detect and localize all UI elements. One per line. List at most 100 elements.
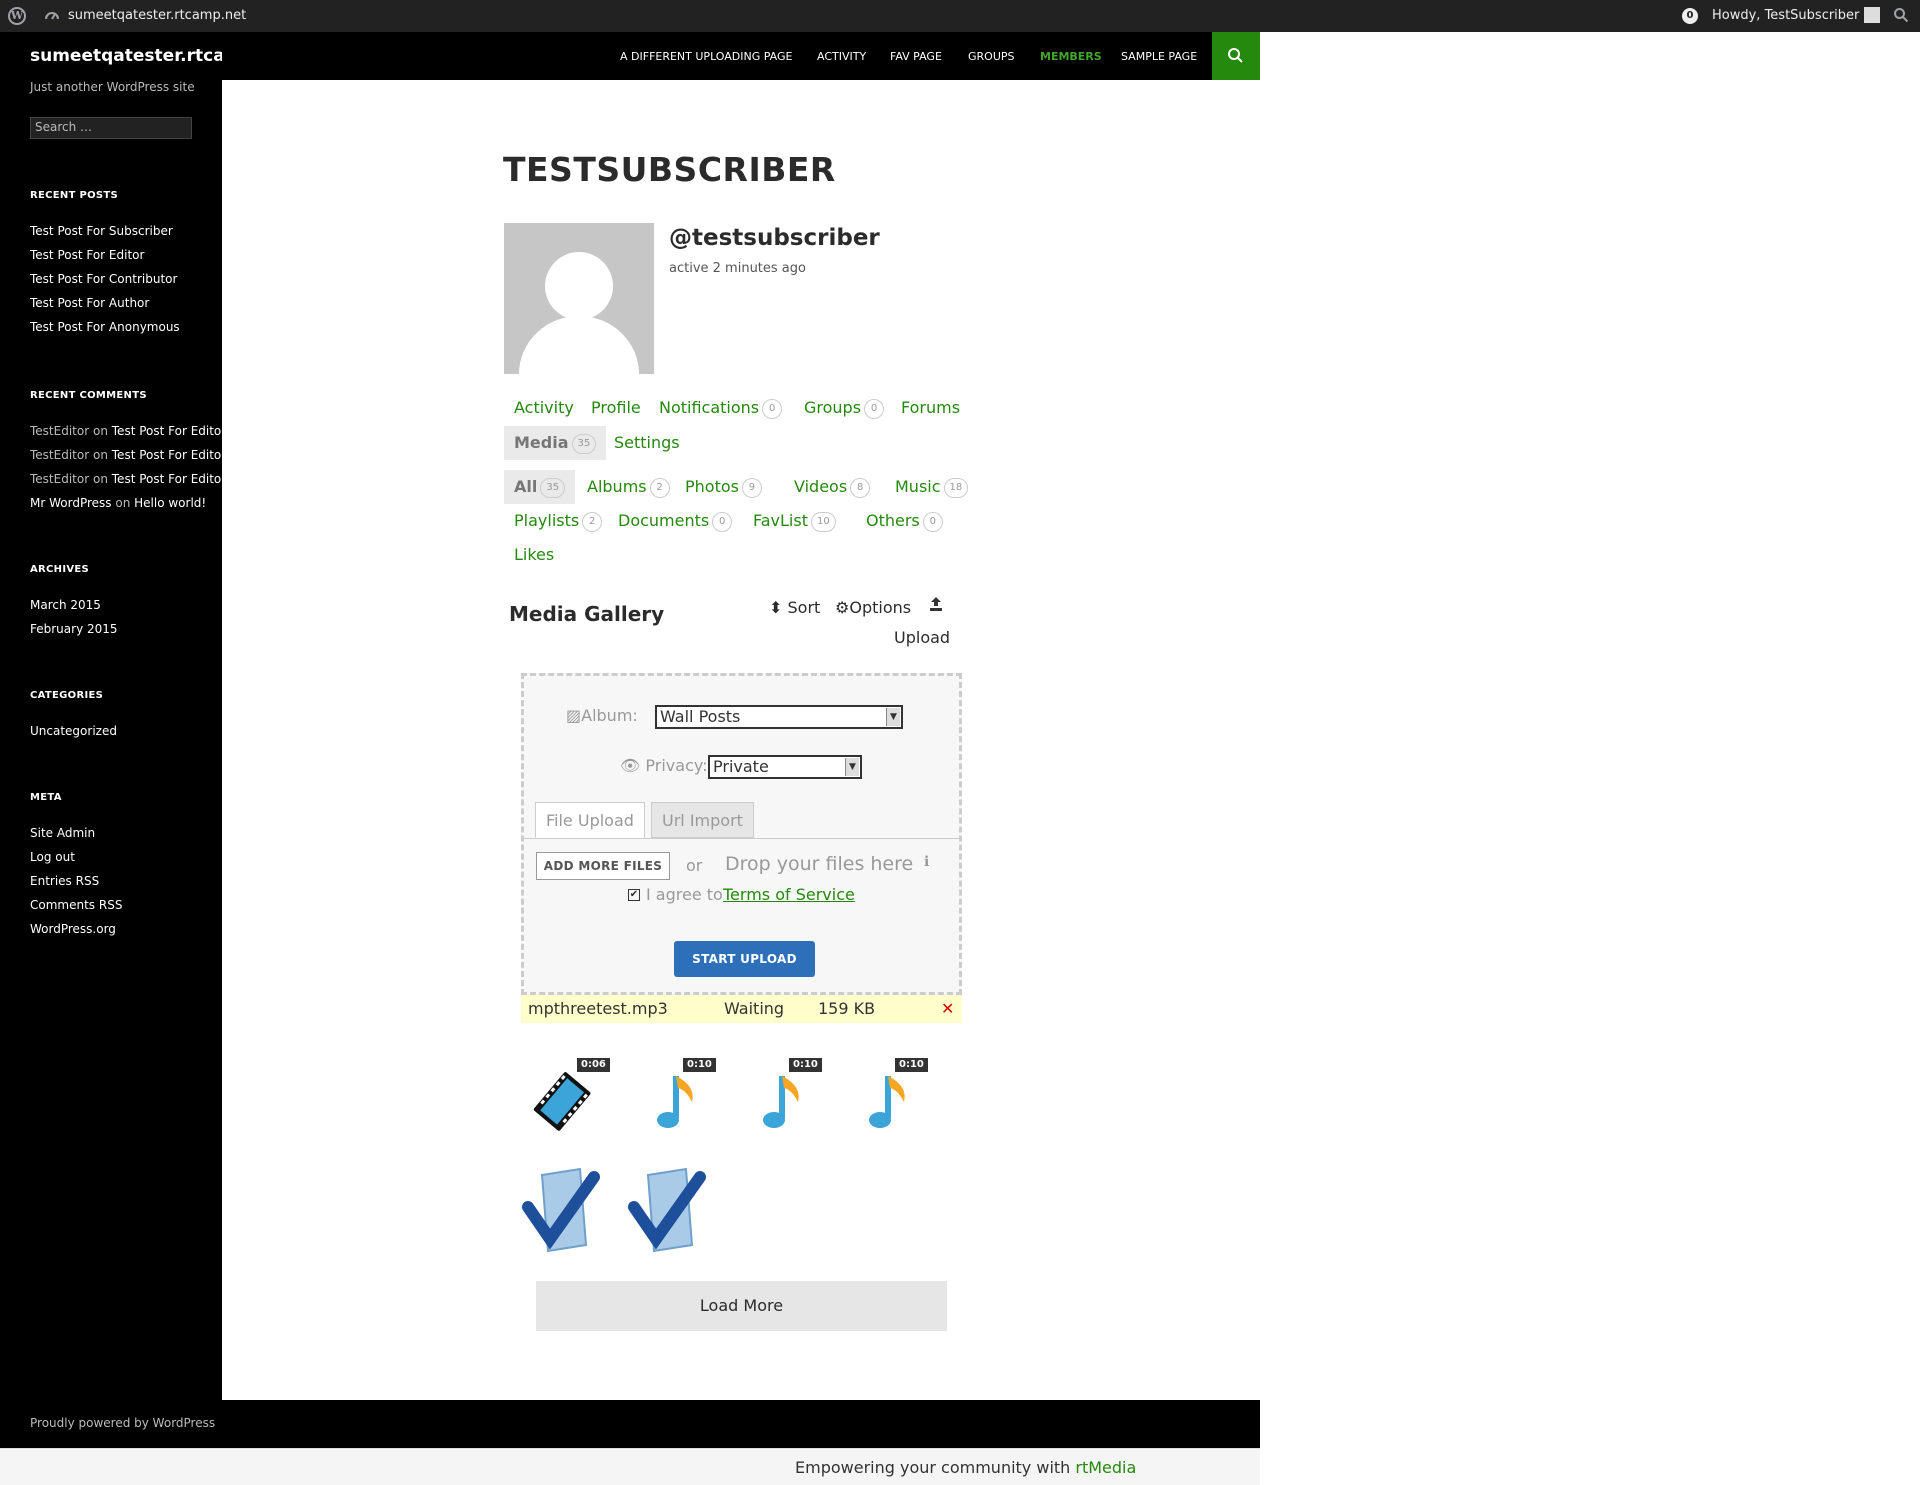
nav-item-sample-page[interactable]: SAMPLE PAGE bbox=[1121, 50, 1197, 63]
search-toggle-button[interactable] bbox=[1212, 32, 1260, 80]
tab-label: Documents bbox=[618, 511, 710, 530]
count-badge: 35 bbox=[540, 477, 566, 498]
tab-label: Groups bbox=[804, 398, 862, 417]
media-tab-albums[interactable]: Albums 2 bbox=[587, 477, 670, 498]
start-upload-button[interactable]: START UPLOAD bbox=[674, 941, 815, 977]
nav-item-groups[interactable]: GROUPS bbox=[968, 50, 1015, 63]
add-more-files-button[interactable]: ADD MORE FILES bbox=[536, 852, 670, 880]
count-badge: 0 bbox=[762, 398, 783, 419]
tab-file-upload[interactable]: File Upload bbox=[535, 802, 645, 838]
comment-post-link[interactable]: Test Post For Editor bbox=[112, 472, 226, 486]
count-badge: 18 bbox=[943, 477, 969, 498]
upload-button[interactable]: Upload bbox=[894, 628, 950, 647]
archive-link[interactable]: February 2015 bbox=[30, 620, 118, 644]
nav-item-activity[interactable]: ACTIVITY bbox=[817, 50, 866, 63]
account-greeting[interactable]: Howdy, TestSubscriber bbox=[1712, 8, 1859, 23]
media-tab-likes[interactable]: Likes bbox=[514, 545, 554, 564]
comment-post-link[interactable]: Hello world! bbox=[134, 496, 206, 510]
media-tab-playlists[interactable]: Playlists 2 bbox=[514, 511, 603, 532]
load-more-button[interactable]: Load More bbox=[536, 1281, 947, 1331]
tab-url-import[interactable]: Url Import bbox=[651, 802, 754, 838]
meta-link[interactable]: WordPress.org bbox=[30, 920, 122, 944]
upload-icon[interactable] bbox=[928, 596, 944, 616]
comment-author[interactable]: TestEditor bbox=[30, 448, 89, 462]
avatar[interactable] bbox=[504, 223, 654, 374]
nav-item-members[interactable]: MEMBERS bbox=[1040, 50, 1102, 63]
sort-icon: ⬍ bbox=[769, 598, 783, 617]
album-select[interactable]: Wall Posts ▼ bbox=[655, 705, 903, 729]
comment-post-link[interactable]: Test Post For Editor bbox=[112, 424, 226, 438]
terms-link[interactable]: Terms of Service bbox=[723, 885, 855, 904]
tab-groups[interactable]: Groups 0 bbox=[804, 398, 885, 419]
tab-media[interactable]: Media 35 bbox=[504, 426, 607, 460]
privacy-select[interactable]: Private ▼ bbox=[708, 755, 862, 779]
admin-search-icon[interactable] bbox=[1893, 7, 1909, 23]
rtmedia-text: Empowering your community with bbox=[795, 1458, 1071, 1477]
comment-author[interactable]: TestEditor bbox=[30, 424, 89, 438]
recent-comments-title: RECENT COMMENTS bbox=[30, 390, 147, 401]
media-tab-all[interactable]: All 35 bbox=[504, 470, 576, 504]
account-avatar[interactable] bbox=[1864, 7, 1880, 23]
chevron-down-icon: ▼ bbox=[886, 708, 900, 726]
meta-title: META bbox=[30, 792, 62, 803]
duration-badge: 0:06 bbox=[577, 1058, 610, 1072]
meta-link[interactable]: Entries RSS bbox=[30, 872, 122, 896]
meta-link[interactable]: Log out bbox=[30, 848, 122, 872]
media-tab-music[interactable]: Music 18 bbox=[895, 477, 969, 498]
sort-button[interactable]: ⬍ Sort bbox=[769, 598, 820, 617]
meta-link[interactable]: Comments RSS bbox=[30, 896, 122, 920]
rtmedia-bar: Empowering your community with rtMedia bbox=[0, 1448, 1260, 1485]
admin-site-name[interactable]: sumeetqatester.rtcamp.net bbox=[68, 8, 246, 23]
upload-dropzone[interactable]: ▨Album: Wall Posts ▼ 👁 Privacy: Private ▼ … bbox=[521, 673, 962, 995]
recent-post-link[interactable]: Test Post For Anonymous bbox=[30, 318, 180, 342]
comment-post-link[interactable]: Test Post For Editor bbox=[112, 448, 226, 462]
recent-post-link[interactable]: Test Post For Editor bbox=[30, 246, 180, 270]
archives-list: March 2015 February 2015 bbox=[30, 596, 118, 644]
agree-checkbox[interactable]: ✔ bbox=[628, 889, 640, 901]
tab-label: All bbox=[514, 477, 538, 496]
comment-on: on bbox=[115, 496, 131, 510]
tab-label: FavList bbox=[753, 511, 808, 530]
album-label: ▨Album: bbox=[566, 706, 638, 725]
tab-settings[interactable]: Settings bbox=[614, 433, 680, 452]
comment-author[interactable]: Mr WordPress bbox=[30, 496, 112, 510]
tab-label: Others bbox=[866, 511, 920, 530]
sidebar-search-input[interactable]: Search … bbox=[30, 117, 192, 139]
remove-icon[interactable]: ✕ bbox=[941, 999, 954, 1018]
album-value: Wall Posts bbox=[660, 707, 741, 726]
notification-count-badge[interactable]: 0 bbox=[1682, 8, 1698, 24]
wordpress-logo-icon[interactable]: W bbox=[8, 7, 26, 25]
category-link[interactable]: Uncategorized bbox=[30, 722, 117, 746]
categories-list: Uncategorized bbox=[30, 722, 117, 746]
rtmedia-link[interactable]: rtMedia bbox=[1075, 1458, 1136, 1477]
tab-notifications[interactable]: Notifications 0 bbox=[659, 398, 783, 419]
recent-post-link[interactable]: Test Post For Author bbox=[30, 294, 180, 318]
recent-post-link[interactable]: Test Post For Subscriber bbox=[30, 222, 180, 246]
meta-link[interactable]: Site Admin bbox=[30, 824, 122, 848]
media-thumb[interactable] bbox=[520, 1165, 606, 1257]
dashboard-icon[interactable] bbox=[44, 8, 60, 24]
media-tab-documents[interactable]: Documents 0 bbox=[618, 511, 733, 532]
media-tab-videos[interactable]: Videos 8 bbox=[794, 477, 871, 498]
categories-title: CATEGORIES bbox=[30, 690, 104, 701]
info-icon[interactable]: ℹ bbox=[924, 854, 929, 870]
media-thumb[interactable] bbox=[626, 1165, 712, 1257]
media-tab-favlist[interactable]: FavList 10 bbox=[753, 511, 836, 532]
powered-by-link[interactable]: Proudly powered by WordPress bbox=[30, 1416, 215, 1430]
comment-author[interactable]: TestEditor bbox=[30, 472, 89, 486]
last-active: active 2 minutes ago bbox=[669, 261, 806, 276]
nav-item-uploading-page[interactable]: A DIFFERENT UPLOADING PAGE bbox=[620, 50, 793, 63]
recent-post-link[interactable]: Test Post For Contributor bbox=[30, 270, 180, 294]
options-button[interactable]: ⚙Options bbox=[835, 598, 911, 617]
count-badge: 8 bbox=[850, 477, 871, 498]
tab-profile[interactable]: Profile bbox=[591, 398, 641, 417]
media-tab-others[interactable]: Others 0 bbox=[866, 511, 943, 532]
tab-activity[interactable]: Activity bbox=[514, 398, 574, 417]
tab-forums[interactable]: Forums bbox=[901, 398, 960, 417]
privacy-label-text: Privacy: bbox=[645, 756, 708, 775]
queue-filename: mpthreetest.mp3 bbox=[528, 999, 668, 1018]
nav-item-fav-page[interactable]: FAV PAGE bbox=[890, 50, 942, 63]
archive-link[interactable]: March 2015 bbox=[30, 596, 118, 620]
album-label-text: Album: bbox=[581, 706, 638, 725]
media-tab-photos[interactable]: Photos 9 bbox=[685, 477, 762, 498]
